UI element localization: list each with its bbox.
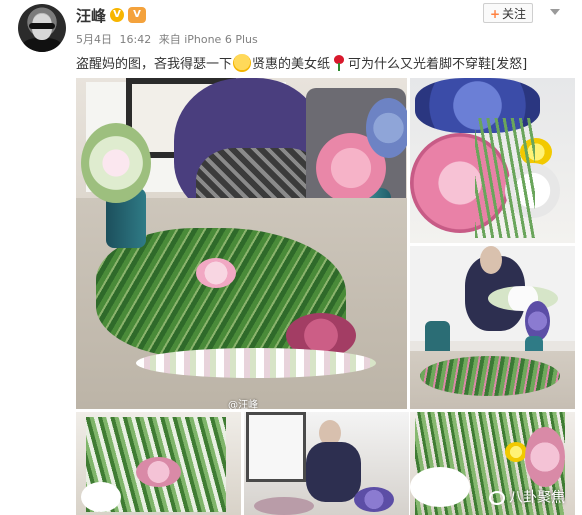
photo-4[interactable] [76, 412, 241, 515]
scattered-petals [136, 348, 376, 378]
flower-pile-5 [254, 497, 314, 515]
watermark-text: 八卦聚焦 [509, 490, 565, 506]
follow-button[interactable]: + 关注 [483, 3, 533, 23]
pink-flower-4 [136, 457, 181, 487]
avatar-glasses [29, 23, 55, 29]
window-5 [246, 412, 306, 482]
plus-icon: + [489, 7, 501, 21]
photo-5[interactable] [244, 412, 409, 515]
post-date[interactable]: 5月4日 [76, 33, 112, 46]
post-text-part1: 盗醒妈的图，吝我得瑟一下 [76, 57, 233, 72]
rose-emoji-icon [332, 55, 346, 71]
photo-2[interactable] [410, 78, 575, 243]
photo-watermark: @汪峰 [228, 400, 258, 409]
photo-3[interactable] [410, 246, 575, 409]
post-time[interactable]: 16:42 [120, 33, 152, 46]
purple-flower-5 [354, 487, 394, 512]
avatar[interactable] [18, 4, 66, 52]
follow-label: 关注 [502, 7, 527, 21]
white-flowers-6 [410, 467, 470, 507]
user-name[interactable]: 汪峰 [76, 5, 106, 26]
photo-1[interactable]: @汪峰 [76, 78, 407, 409]
white-flower-bunch [81, 123, 151, 203]
woman-body-5 [306, 442, 361, 502]
post-meta: 5月4日 16:42 来自 iPhone 6 Plus [76, 31, 262, 47]
post-text-part2: 贤惠的美女纸 [252, 57, 331, 72]
pink-flowers-6 [525, 427, 565, 487]
member-level-icon: V [128, 7, 146, 23]
green-stems [475, 118, 535, 238]
post-text: 盗醒妈的图，吝我得瑟一下 贤惠的美女纸 可为什么又光着脚不穿鞋[发怒] [76, 53, 527, 72]
post-text-part3: 可为什么又光着脚不穿鞋[发怒] [348, 57, 528, 72]
photo-6[interactable]: 八卦聚焦 [410, 412, 575, 515]
yellow-flower-6 [505, 442, 527, 462]
wechat-icon [489, 491, 505, 505]
woman-head [480, 246, 502, 274]
verified-icon: V [110, 8, 124, 22]
chevron-down-icon[interactable] [550, 9, 560, 15]
pink-carnation [196, 258, 236, 288]
purple-flower [525, 301, 550, 341]
smile-emoji-icon [233, 54, 252, 72]
watermark-bottom: 八卦聚焦 [489, 487, 565, 507]
weibo-post-card: 汪峰 V V 5月4日 16:42 来自 iPhone 6 Plus + 关注 盗… [0, 0, 582, 515]
white-flower-4 [81, 482, 121, 512]
flower-pile [420, 356, 560, 396]
post-source: 来自 iPhone 6 Plus [158, 33, 258, 46]
blue-flower [366, 98, 407, 158]
avatar-coat [22, 38, 62, 52]
white-bouquet [488, 286, 558, 311]
